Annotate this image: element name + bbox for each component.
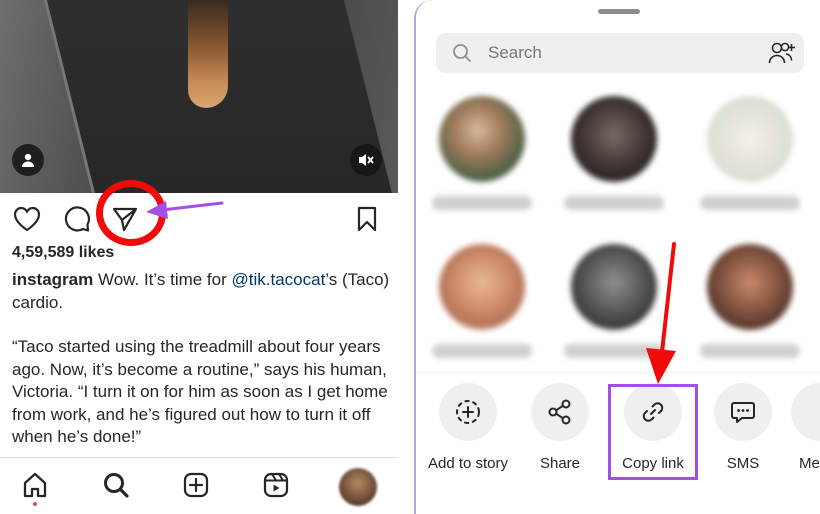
contact-item[interactable] xyxy=(424,244,544,374)
home-notification-dot xyxy=(33,502,37,506)
sms-icon xyxy=(714,383,772,441)
messenger-button[interactable]: Me xyxy=(791,383,820,476)
add-story-icon xyxy=(439,383,497,441)
contact-name xyxy=(432,196,532,210)
contact-name xyxy=(564,196,664,210)
share-option-label: SMS xyxy=(726,455,760,472)
contact-name xyxy=(700,344,800,358)
post-video[interactable] xyxy=(0,0,398,193)
post-caption: instagram Wow. It’s time for @tik.tacoca… xyxy=(12,268,392,314)
caption-quote: “Taco started using the treadmill about … xyxy=(12,337,388,446)
annotation-box xyxy=(608,384,698,480)
instagram-post-panel: 4,59,589 likes instagram Wow. It’s time … xyxy=(0,0,400,514)
share-option-label: Share xyxy=(539,455,581,472)
contact-avatar xyxy=(439,96,525,182)
profile-avatar[interactable] xyxy=(339,468,377,506)
comment-icon[interactable] xyxy=(62,204,92,234)
share-sheet: Add to story Share Copy link SMS Me xyxy=(414,0,820,514)
caption-text: Wow. It’s time for xyxy=(93,270,232,289)
contact-name xyxy=(700,196,800,210)
likes-count[interactable]: 4,59,589 likes xyxy=(12,244,114,262)
search-input[interactable] xyxy=(488,43,728,63)
contact-item[interactable] xyxy=(556,244,676,374)
post-action-row xyxy=(0,198,398,240)
share-button[interactable]: Share xyxy=(515,383,605,476)
messenger-icon xyxy=(791,383,820,441)
contact-name xyxy=(564,344,664,358)
heart-icon[interactable] xyxy=(12,204,42,234)
add-icon[interactable] xyxy=(181,470,211,500)
search-icon[interactable] xyxy=(101,470,131,500)
contact-item[interactable] xyxy=(424,96,544,226)
contact-avatar xyxy=(707,96,793,182)
contact-avatar xyxy=(571,96,657,182)
add-to-story-button[interactable]: Add to story xyxy=(423,383,513,476)
contact-avatar xyxy=(571,244,657,330)
sms-button[interactable]: SMS xyxy=(698,383,788,476)
sheet-grabber[interactable] xyxy=(598,9,640,14)
contact-avatar xyxy=(707,244,793,330)
search-icon xyxy=(453,44,471,62)
contact-name xyxy=(432,344,532,358)
annotation-circle xyxy=(96,180,166,246)
bottom-nav xyxy=(0,457,398,514)
reels-icon[interactable] xyxy=(261,470,291,500)
share-nodes-icon xyxy=(531,383,589,441)
search-bar[interactable] xyxy=(436,33,804,73)
contact-avatar xyxy=(439,244,525,330)
share-option-label: Me xyxy=(799,455,820,472)
contact-item[interactable] xyxy=(556,96,676,226)
bookmark-icon[interactable] xyxy=(352,204,382,234)
contact-item[interactable] xyxy=(692,96,812,226)
dog-leg-image xyxy=(188,0,228,108)
add-people-icon[interactable] xyxy=(768,41,796,65)
mute-icon[interactable] xyxy=(350,144,382,176)
home-icon[interactable] xyxy=(20,470,50,500)
contact-item[interactable] xyxy=(692,244,812,374)
profile-icon[interactable] xyxy=(12,144,44,176)
share-option-label: Add to story xyxy=(427,455,509,472)
caption-mention[interactable]: @tik.tacocat xyxy=(232,270,326,289)
caption-username[interactable]: instagram xyxy=(12,270,93,289)
